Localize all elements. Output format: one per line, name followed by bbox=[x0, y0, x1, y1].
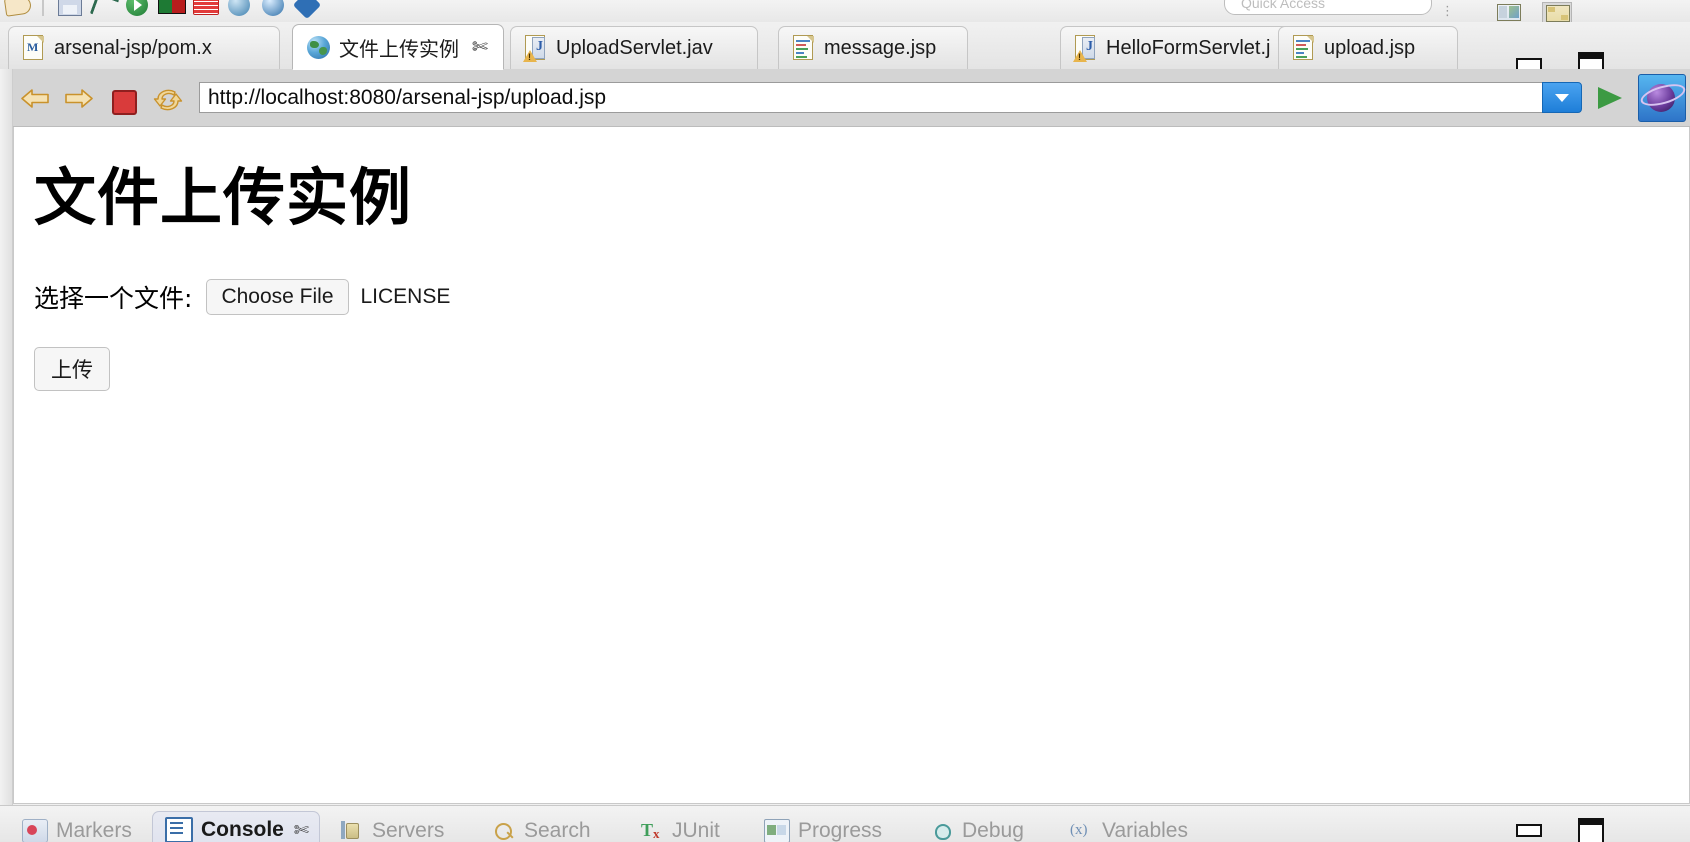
open-external-browser-button[interactable] bbox=[1638, 73, 1688, 122]
refresh-icon bbox=[153, 88, 183, 112]
web-browser-icon bbox=[307, 35, 330, 59]
editor-tab-label: HelloFormServlet.j bbox=[1106, 36, 1271, 59]
globe-icon[interactable] bbox=[222, 0, 256, 22]
editor-left-gutter bbox=[0, 69, 13, 805]
search-icon bbox=[492, 820, 516, 842]
markers-icon bbox=[22, 819, 48, 842]
bottom-tab-label: Progress bbox=[798, 819, 883, 842]
stop-button[interactable] bbox=[101, 76, 145, 120]
file-upload-form: 选择一个文件: Choose File LICENSE bbox=[34, 279, 1689, 316]
editor-tab-label: 文件上传实例 bbox=[339, 38, 459, 61]
internal-browser-view: http://localhost:8080/arsenal-jsp/upload… bbox=[0, 69, 1690, 805]
java-file-warning-icon bbox=[1073, 35, 1097, 62]
editor-tab-bar: M arsenal-jsp/pom.x 文件上传实例 ✄ UploadServl… bbox=[0, 22, 1690, 78]
file-input-label: 选择一个文件: bbox=[34, 284, 193, 314]
forward-button[interactable] bbox=[57, 76, 101, 120]
bottom-maximize-button[interactable] bbox=[1576, 818, 1604, 842]
variables-icon bbox=[1070, 820, 1094, 842]
bottom-minimize-button[interactable] bbox=[1514, 818, 1542, 840]
editor-tab-close-icon[interactable]: ✄ bbox=[472, 38, 488, 57]
refresh-button[interactable] bbox=[145, 76, 189, 120]
editor-tab-upload-jsp[interactable]: upload.jsp bbox=[1278, 26, 1458, 69]
undo-icon[interactable] bbox=[0, 0, 34, 22]
marker-icon[interactable] bbox=[86, 0, 120, 22]
page-title: 文件上传实例 bbox=[34, 161, 413, 234]
junit-icon bbox=[640, 820, 664, 842]
browser-page-content: 文件上传实例 选择一个文件: Choose File LICENSE 上传 bbox=[13, 127, 1690, 804]
arrow-left-icon bbox=[21, 88, 49, 108]
debug-icon bbox=[930, 820, 954, 842]
editor-tab-label: upload.jsp bbox=[1324, 36, 1416, 59]
bottom-tab-junit[interactable]: JUnit bbox=[628, 814, 758, 842]
choose-file-button[interactable]: Choose File bbox=[206, 279, 349, 316]
editor-tab-message-jsp[interactable]: message.jsp bbox=[778, 26, 968, 69]
stop-icon bbox=[112, 89, 137, 115]
chevron-down-icon[interactable] bbox=[1542, 82, 1582, 113]
jsp-file-icon bbox=[793, 35, 815, 61]
bottom-tab-debug[interactable]: Debug bbox=[918, 814, 1066, 842]
java-ee-perspective-icon[interactable] bbox=[1494, 2, 1522, 22]
toolbar-divider bbox=[42, 0, 44, 16]
bottom-tab-label: Variables bbox=[1102, 819, 1188, 842]
bottom-tab-label: Search bbox=[524, 819, 591, 842]
bottom-tab-console[interactable]: Console ✄ bbox=[152, 811, 320, 842]
url-bar: http://localhost:8080/arsenal-jsp/upload… bbox=[199, 82, 1582, 113]
bottom-tab-progress[interactable]: Progress bbox=[752, 814, 924, 842]
ide-toolbar: Quick Access ⋮ bbox=[0, 0, 1690, 23]
bottom-tab-label: Markers bbox=[56, 819, 132, 842]
eclipse-window: Quick Access ⋮ M arsenal-jsp/pom.x 文件上传实… bbox=[0, 0, 1690, 842]
editor-tab-upload-preview[interactable]: 文件上传实例 ✄ bbox=[292, 24, 504, 70]
play-triangle-icon bbox=[1598, 86, 1622, 109]
browser-toolbar: http://localhost:8080/arsenal-jsp/upload… bbox=[13, 69, 1690, 127]
bottom-tab-label: Debug bbox=[962, 819, 1024, 842]
java-file-warning-icon bbox=[523, 35, 547, 62]
bottom-tab-variables[interactable]: Variables bbox=[1058, 814, 1244, 842]
servers-icon bbox=[340, 820, 364, 842]
red-grid-icon[interactable] bbox=[188, 0, 222, 22]
arrow-right-icon bbox=[65, 88, 93, 108]
progress-icon bbox=[764, 819, 790, 842]
toolbar-overflow-icon[interactable]: ⋮ bbox=[1441, 3, 1454, 19]
jsp-file-icon bbox=[1293, 35, 1315, 61]
maven-file-icon: M bbox=[23, 35, 45, 61]
upload-submit-button[interactable]: 上传 bbox=[34, 347, 110, 392]
bottom-tab-markers[interactable]: Markers bbox=[10, 814, 170, 842]
editor-tab-label: UploadServlet.jav bbox=[556, 36, 713, 59]
url-input[interactable]: http://localhost:8080/arsenal-jsp/upload… bbox=[199, 82, 1542, 113]
bottom-tab-search[interactable]: Search bbox=[480, 814, 632, 842]
bottom-tab-label: Console bbox=[201, 818, 284, 841]
debug-icon[interactable] bbox=[154, 0, 188, 22]
back-button[interactable] bbox=[13, 76, 57, 120]
editor-tab-label: arsenal-jsp/pom.x bbox=[54, 36, 212, 59]
java-perspective-icon[interactable] bbox=[1542, 2, 1572, 22]
bottom-tab-close-icon[interactable]: ✄ bbox=[294, 820, 309, 841]
selected-file-name: LICENSE bbox=[360, 285, 451, 309]
quick-access-field[interactable]: Quick Access bbox=[1224, 0, 1432, 15]
save-icon[interactable] bbox=[52, 0, 86, 22]
editor-tab-uploadservlet[interactable]: UploadServlet.jav bbox=[510, 26, 758, 69]
bottom-tab-label: Servers bbox=[372, 819, 445, 842]
ide-toolbar-icons bbox=[0, 0, 324, 22]
editor-tab-pom[interactable]: M arsenal-jsp/pom.x bbox=[8, 26, 280, 69]
globe-alt-icon[interactable] bbox=[256, 0, 290, 22]
go-button[interactable] bbox=[1582, 76, 1638, 120]
console-icon bbox=[165, 817, 193, 842]
editor-tab-label: message.jsp bbox=[824, 36, 937, 59]
blue-diamond-icon[interactable] bbox=[290, 0, 324, 22]
bottom-tab-servers[interactable]: Servers bbox=[328, 814, 488, 842]
bottom-view-tab-bar: Markers Console ✄ Servers Search JUnit P… bbox=[0, 805, 1690, 842]
run-icon[interactable] bbox=[120, 0, 154, 22]
bottom-tab-label: JUnit bbox=[672, 819, 720, 842]
